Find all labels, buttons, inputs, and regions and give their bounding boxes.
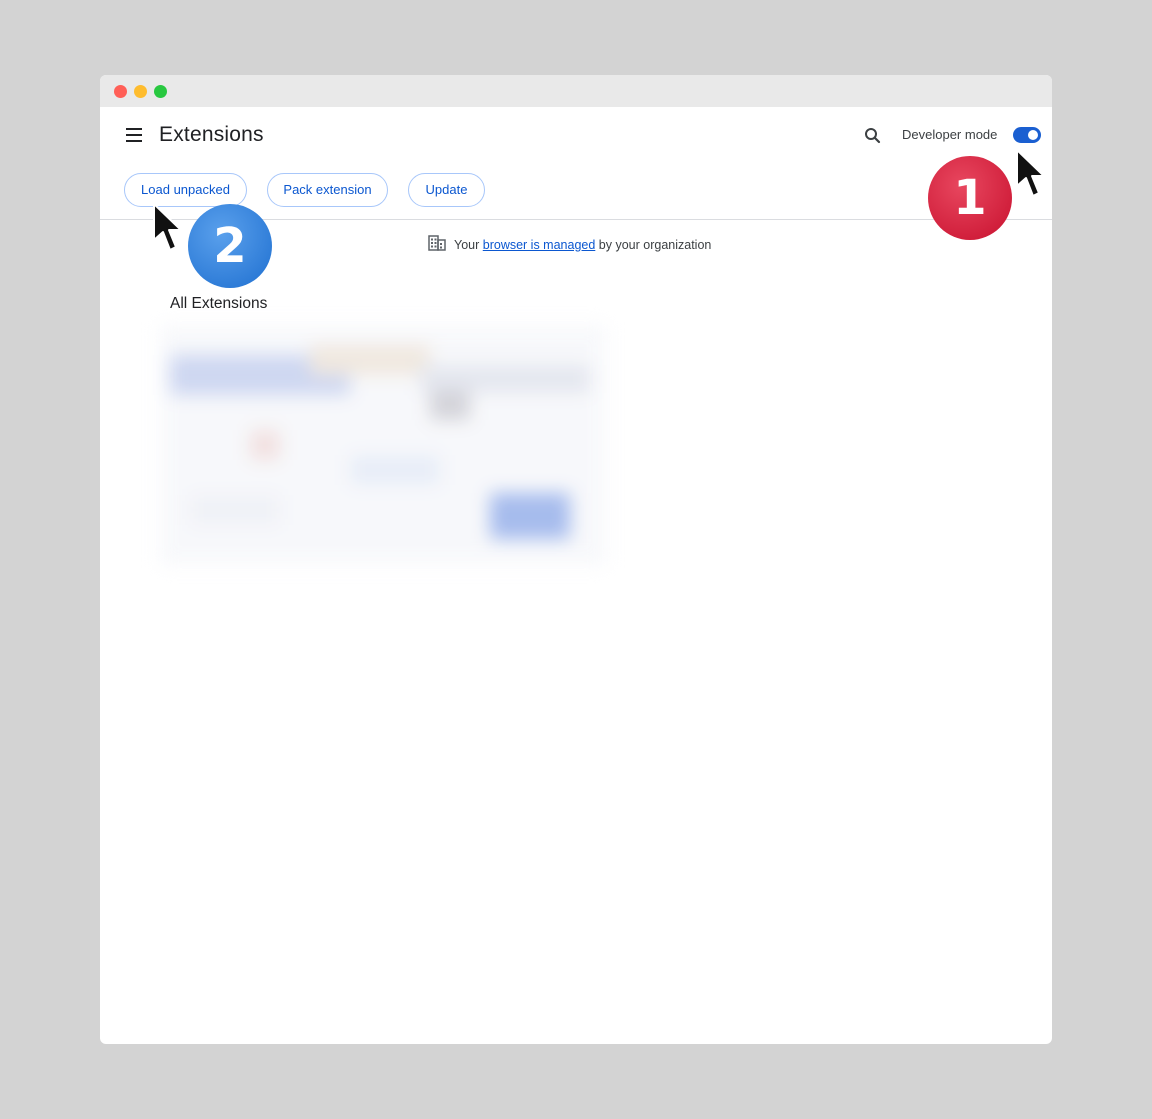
building-icon — [428, 235, 446, 254]
all-extensions-heading: All Extensions — [170, 295, 268, 312]
load-unpacked-button[interactable]: Load unpacked — [124, 173, 247, 207]
update-button[interactable]: Update — [408, 173, 485, 207]
mouse-pointer-icon — [153, 203, 182, 251]
window-titlebar — [100, 75, 1052, 107]
pack-extension-button[interactable]: Pack extension — [267, 173, 388, 207]
managed-notice: Your browser is managed by your organiza… — [428, 235, 711, 254]
minimize-window-button[interactable] — [134, 85, 147, 98]
search-icon[interactable] — [862, 125, 884, 147]
developer-mode-toggle[interactable] — [1013, 127, 1041, 143]
managed-notice-suffix: by your organization — [598, 237, 712, 252]
close-window-button[interactable] — [114, 85, 127, 98]
hamburger-menu-icon[interactable] — [124, 125, 144, 145]
toggle-knob — [1028, 130, 1038, 140]
managed-notice-prefix: Your — [454, 237, 480, 252]
step-1-badge: 1 — [928, 156, 1012, 240]
maximize-window-button[interactable] — [154, 85, 167, 98]
developer-mode-label: Developer mode — [902, 127, 998, 142]
blurred-extension-card — [160, 325, 606, 565]
mouse-pointer-icon — [1016, 149, 1045, 197]
page-title: Extensions — [159, 123, 264, 146]
step-2-badge: 2 — [188, 204, 272, 288]
browser-managed-link[interactable]: browser is managed — [483, 238, 596, 252]
